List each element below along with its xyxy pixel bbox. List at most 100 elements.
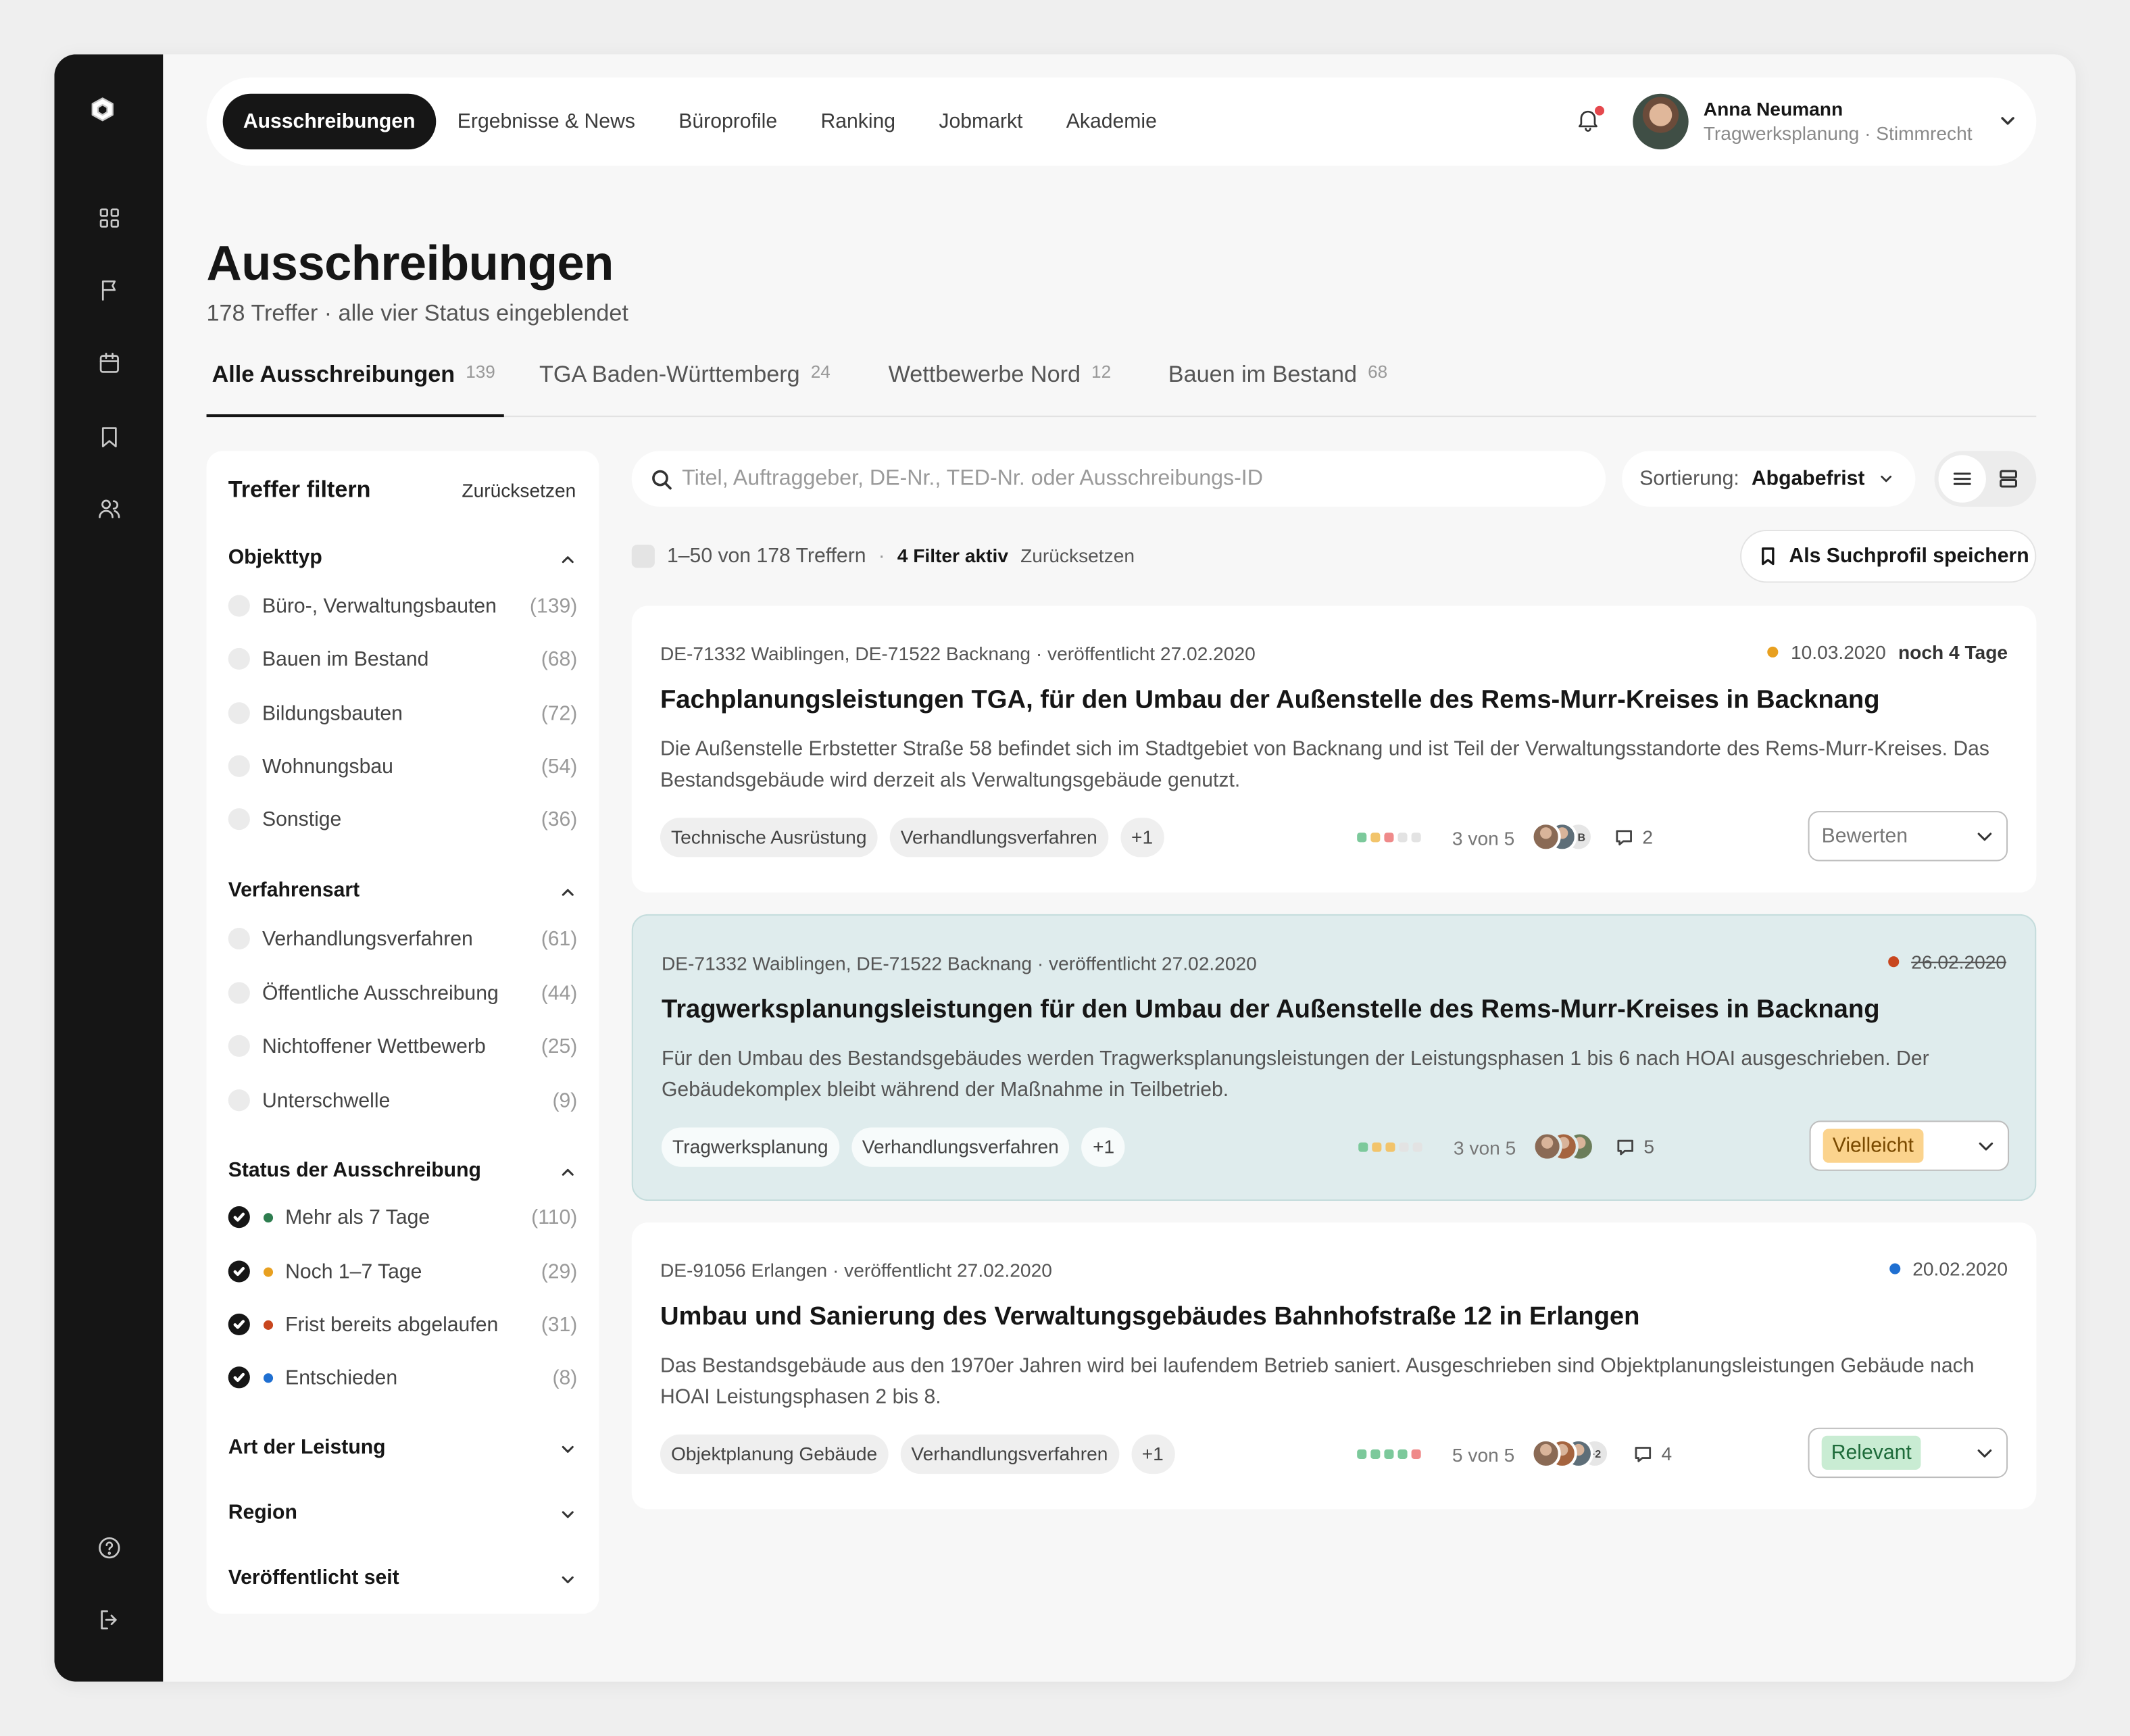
- tag-chip[interactable]: +1: [1120, 818, 1164, 858]
- status-dot: [263, 1372, 274, 1383]
- checked-checkbox-icon[interactable]: [228, 1366, 250, 1389]
- option-count: (61): [541, 926, 578, 951]
- filter-option-entschieden[interactable]: Entschieden (8): [228, 1364, 578, 1391]
- tag-chip[interactable]: +1: [1081, 1127, 1126, 1167]
- tag-chip[interactable]: +1: [1131, 1434, 1174, 1474]
- filter-section-status-der-ausschreibung[interactable]: Status der Ausschreibung: [228, 1159, 481, 1182]
- option-checkbox[interactable]: [228, 1089, 250, 1112]
- reviewer-avatar[interactable]: [1531, 822, 1561, 852]
- user-menu-chevron-down-icon[interactable]: [1997, 110, 2018, 132]
- reviewer-avatar[interactable]: [1531, 1438, 1561, 1469]
- tag-chip[interactable]: Verhandlungsverfahren: [851, 1127, 1070, 1167]
- result-card[interactable]: DE-71332 Waiblingen, DE-71522 Backnang ·…: [631, 605, 2037, 893]
- chevron-down-icon[interactable]: [558, 1440, 577, 1459]
- nav-item-ranking[interactable]: Ranking: [799, 94, 917, 149]
- search-input[interactable]: [682, 451, 1579, 507]
- nav-item-bueroprofile[interactable]: Büroprofile: [657, 94, 799, 149]
- filter-option-unterschwelle[interactable]: Unterschwelle (9): [228, 1087, 578, 1114]
- tag-chip[interactable]: Verhandlungsverfahren: [900, 1434, 1119, 1474]
- filter-option-oeffentliche-ausschreibung[interactable]: Öffentliche Ausschreibung (44): [228, 979, 578, 1006]
- decision-dropdown[interactable]: Bewerten: [1808, 811, 2008, 862]
- select-all-checkbox[interactable]: [631, 544, 655, 568]
- tab-alle-ausschreibungen[interactable]: Alle Ausschreibungen 139: [206, 361, 503, 418]
- option-checkbox[interactable]: [228, 982, 250, 1004]
- checked-checkbox-icon[interactable]: [228, 1313, 250, 1336]
- filter-option-buero-verwaltungsbauten[interactable]: Büro-, Verwaltungsbauten (139): [228, 592, 578, 619]
- notification-bell-icon[interactable]: [1575, 105, 1605, 136]
- filter-option-bauen-im-bestand[interactable]: Bauen im Bestand (68): [228, 645, 578, 672]
- filter-section-objekttyp[interactable]: Objekttyp: [228, 546, 322, 569]
- filter-option-frist-bereits-abgelaufen[interactable]: Frist bereits abgelaufen (31): [228, 1311, 578, 1338]
- chevron-up-icon[interactable]: [558, 1163, 577, 1182]
- filter-title: Treffer filtern: [228, 476, 371, 503]
- result-card[interactable]: DE-71332 Waiblingen, DE-71522 Backnang ·…: [631, 914, 2037, 1201]
- filter-section-verfahrensart[interactable]: Verfahrensart: [228, 879, 360, 902]
- calendar-icon[interactable]: [93, 347, 125, 379]
- filter-section-veroeffentlicht-seit[interactable]: Veröffentlicht seit: [228, 1566, 399, 1589]
- app-logo-icon[interactable]: [90, 97, 128, 134]
- chevron-up-icon[interactable]: [558, 550, 577, 569]
- tag-chip[interactable]: Tragwerksplanung: [661, 1127, 839, 1167]
- comments[interactable]: 4: [1633, 1443, 1672, 1464]
- tag-chip[interactable]: Verhandlungsverfahren: [889, 818, 1108, 858]
- filter-option-sonstige[interactable]: Sonstige (36): [228, 805, 578, 833]
- filter-option-nichtoffener-wettbewerb[interactable]: Nichtoffener Wettbewerb (25): [228, 1033, 578, 1060]
- tab-tga-baden-wuerttemberg[interactable]: TGA Baden-Württemberg 24: [539, 362, 831, 417]
- results-reset-link[interactable]: Zurücksetzen: [1020, 545, 1135, 566]
- user-avatar[interactable]: [1633, 93, 1689, 150]
- tab-wettbewerbe-nord[interactable]: Wettbewerbe Nord 12: [889, 362, 1111, 417]
- notification-dot: [1594, 105, 1605, 116]
- tag-chip[interactable]: Objektplanung Gebäude: [660, 1434, 889, 1474]
- bookmark-icon[interactable]: [93, 420, 125, 452]
- tag-chip[interactable]: Technische Ausrüstung: [660, 818, 878, 858]
- filter-section-art-der-leistung[interactable]: Art der Leistung: [228, 1436, 386, 1459]
- chevron-down-icon[interactable]: [558, 1505, 577, 1524]
- filter-option-bildungsbauten[interactable]: Bildungsbauten (72): [228, 699, 578, 726]
- option-checkbox[interactable]: [228, 595, 250, 617]
- sort-dropdown[interactable]: Sortierung: Abgabefrist: [1622, 451, 1916, 507]
- result-card[interactable]: DE-91056 Erlangen · veröffentlicht 27.02…: [631, 1222, 2037, 1510]
- status-dot: [263, 1266, 274, 1276]
- option-checkbox[interactable]: [228, 755, 250, 777]
- option-checkbox[interactable]: [228, 927, 250, 950]
- filter-option-mehr-als-7-tage[interactable]: Mehr als 7 Tage (110): [228, 1204, 578, 1231]
- filter-section-region[interactable]: Region: [228, 1501, 297, 1524]
- decision-dropdown[interactable]: Relevant: [1808, 1427, 2008, 1479]
- main-nav: Ausschreibungen Ergebnisse & News Büroprof…: [222, 93, 1179, 150]
- comment-icon: [1616, 829, 1632, 845]
- filter-option-verhandlungsverfahren[interactable]: Verhandlungsverfahren (61): [228, 925, 578, 952]
- result-title[interactable]: Umbau und Sanierung des Verwaltungsgebäu…: [660, 1303, 1640, 1333]
- logout-icon[interactable]: [93, 1603, 125, 1635]
- status-dot: [263, 1212, 274, 1222]
- comments[interactable]: 5: [1615, 1136, 1654, 1158]
- filter-option-noch-1-7-tage[interactable]: Noch 1–7 Tage (29): [228, 1258, 578, 1285]
- users-icon[interactable]: [93, 492, 125, 524]
- comments[interactable]: 2: [1614, 826, 1653, 847]
- flag-icon[interactable]: [93, 273, 125, 305]
- save-search-profile-button[interactable]: Als Suchprofil speichern: [1740, 529, 2037, 583]
- decision-dropdown[interactable]: Vielleicht: [1809, 1120, 2010, 1171]
- nav-item-ergebnisse-news[interactable]: Ergebnisse & News: [436, 94, 657, 149]
- option-checkbox[interactable]: [228, 808, 250, 830]
- list-view-button[interactable]: [1938, 455, 1986, 503]
- filter-option-wohnungsbau[interactable]: Wohnungsbau (54): [228, 753, 578, 780]
- tab-label: Alle Ausschreibungen: [212, 361, 455, 387]
- result-title[interactable]: Fachplanungsleistungen TGA, für den Umba…: [660, 686, 1880, 716]
- card-view-button[interactable]: [1985, 455, 2032, 502]
- chevron-up-icon[interactable]: [558, 883, 577, 902]
- help-icon[interactable]: [93, 1531, 125, 1563]
- tab-bauen-im-bestand[interactable]: Bauen im Bestand 68: [1168, 362, 1387, 417]
- result-title[interactable]: Tragwerksplanungsleistungen für den Umba…: [662, 995, 1880, 1025]
- option-checkbox[interactable]: [228, 1035, 250, 1057]
- nav-item-akademie[interactable]: Akademie: [1045, 94, 1179, 149]
- checked-checkbox-icon[interactable]: [228, 1260, 250, 1283]
- option-checkbox[interactable]: [228, 647, 250, 670]
- nav-item-ausschreibungen[interactable]: Ausschreibungen: [222, 93, 436, 150]
- filter-reset-link[interactable]: Zurücksetzen: [462, 480, 576, 501]
- checked-checkbox-icon[interactable]: [228, 1206, 250, 1229]
- chevron-down-icon[interactable]: [558, 1570, 577, 1589]
- nav-item-jobmarkt[interactable]: Jobmarkt: [917, 94, 1044, 149]
- reviewer-avatar[interactable]: [1532, 1131, 1562, 1162]
- option-checkbox[interactable]: [228, 702, 250, 724]
- dashboard-icon[interactable]: [93, 201, 125, 234]
